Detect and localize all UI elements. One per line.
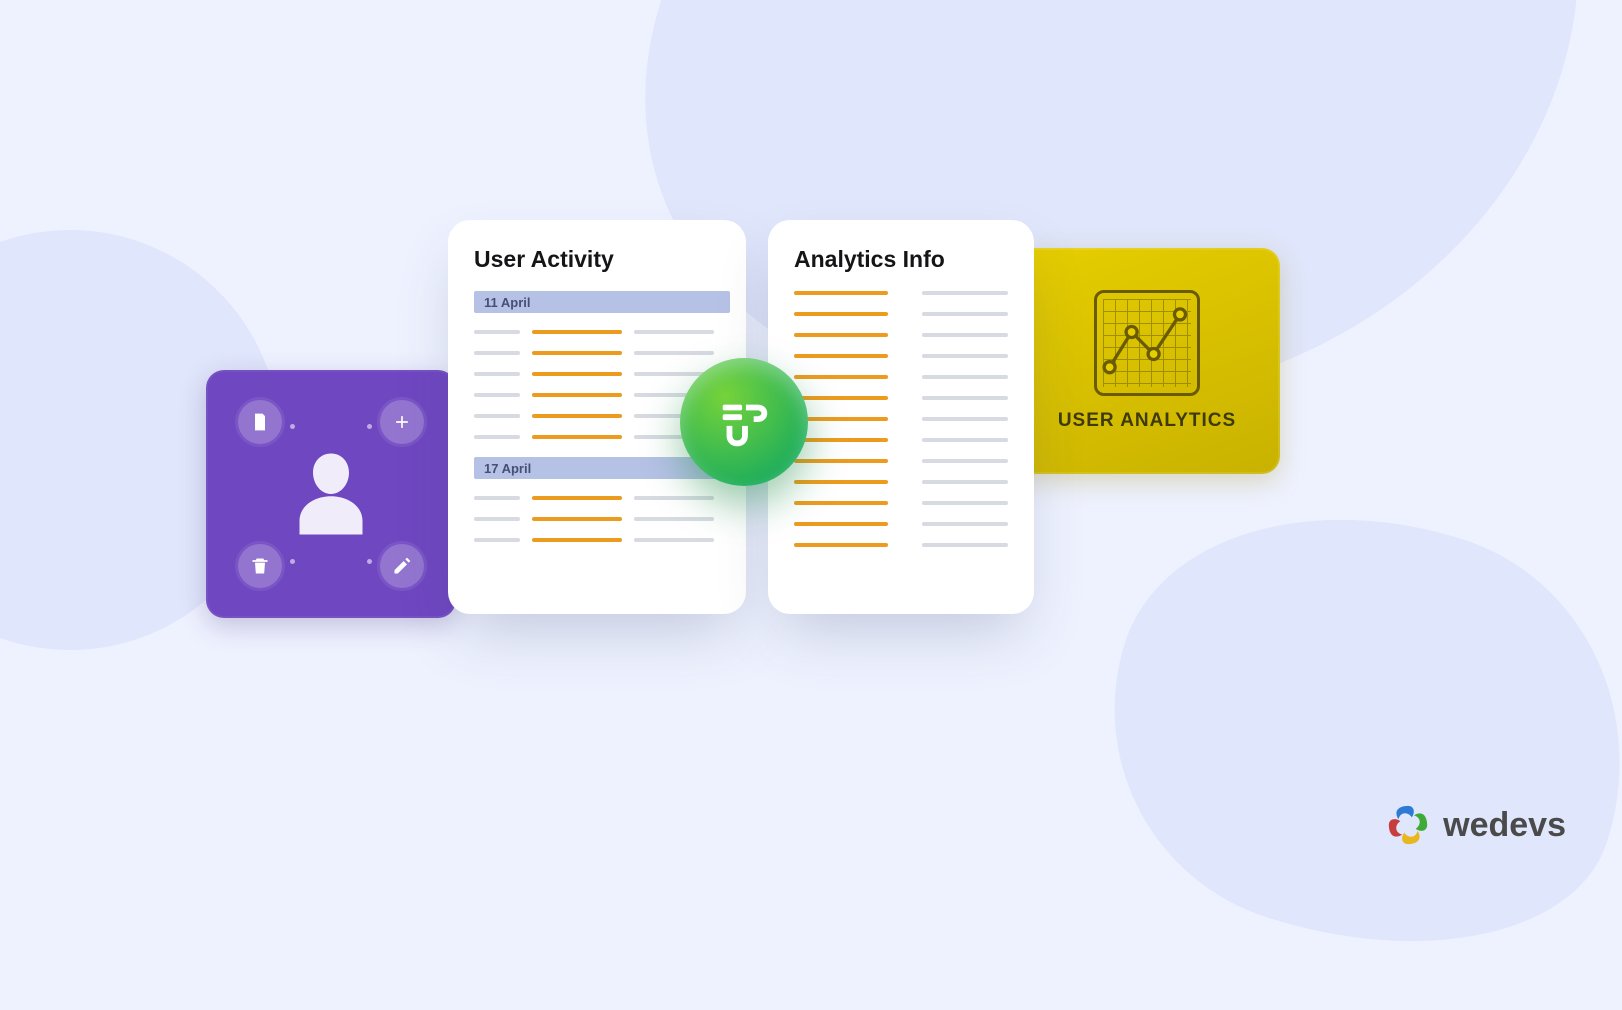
activity-row <box>474 393 720 397</box>
activity-row <box>474 496 720 500</box>
activity-row <box>474 372 720 376</box>
info-row <box>794 312 1008 316</box>
connector-dot <box>290 424 295 429</box>
wedevs-text: wedevs <box>1443 806 1566 845</box>
activity-row <box>474 330 720 334</box>
user-analytics-label: USER ANALYTICS <box>1058 410 1236 432</box>
info-row <box>794 459 1008 463</box>
info-row <box>794 522 1008 526</box>
wedevs-logo: wedevs <box>1385 802 1566 848</box>
user-actions-card <box>206 370 456 618</box>
pencil-icon <box>380 544 424 588</box>
activity-row <box>474 351 720 355</box>
activity-row <box>474 517 720 521</box>
info-row <box>794 291 1008 295</box>
user-actions-icons <box>216 380 446 608</box>
info-row <box>794 354 1008 358</box>
activity-row <box>474 538 720 542</box>
connector-dot <box>290 559 295 564</box>
info-row <box>794 417 1008 421</box>
document-icon <box>238 400 282 444</box>
info-row <box>794 480 1008 484</box>
info-row <box>794 543 1008 547</box>
user-analytics-card: USER ANALYTICS <box>1014 248 1280 474</box>
connector-dot <box>367 559 372 564</box>
analytics-info-card: Analytics Info <box>768 220 1034 614</box>
analytics-info-title: Analytics Info <box>794 246 1008 273</box>
user-silhouette-icon <box>295 451 367 537</box>
info-row <box>794 396 1008 400</box>
info-row <box>794 333 1008 337</box>
wedevs-mark-icon <box>1385 802 1431 848</box>
up-logo-icon <box>680 358 808 486</box>
connector-dot <box>367 424 372 429</box>
plus-icon <box>380 400 424 444</box>
trash-icon <box>238 544 282 588</box>
info-row <box>794 438 1008 442</box>
user-activity-title: User Activity <box>474 246 720 273</box>
date-group-1: 11 April <box>474 291 730 313</box>
info-row <box>794 501 1008 505</box>
date-group-2: 17 April <box>474 457 730 479</box>
analytics-chart-icon <box>1094 290 1200 396</box>
info-row <box>794 375 1008 379</box>
